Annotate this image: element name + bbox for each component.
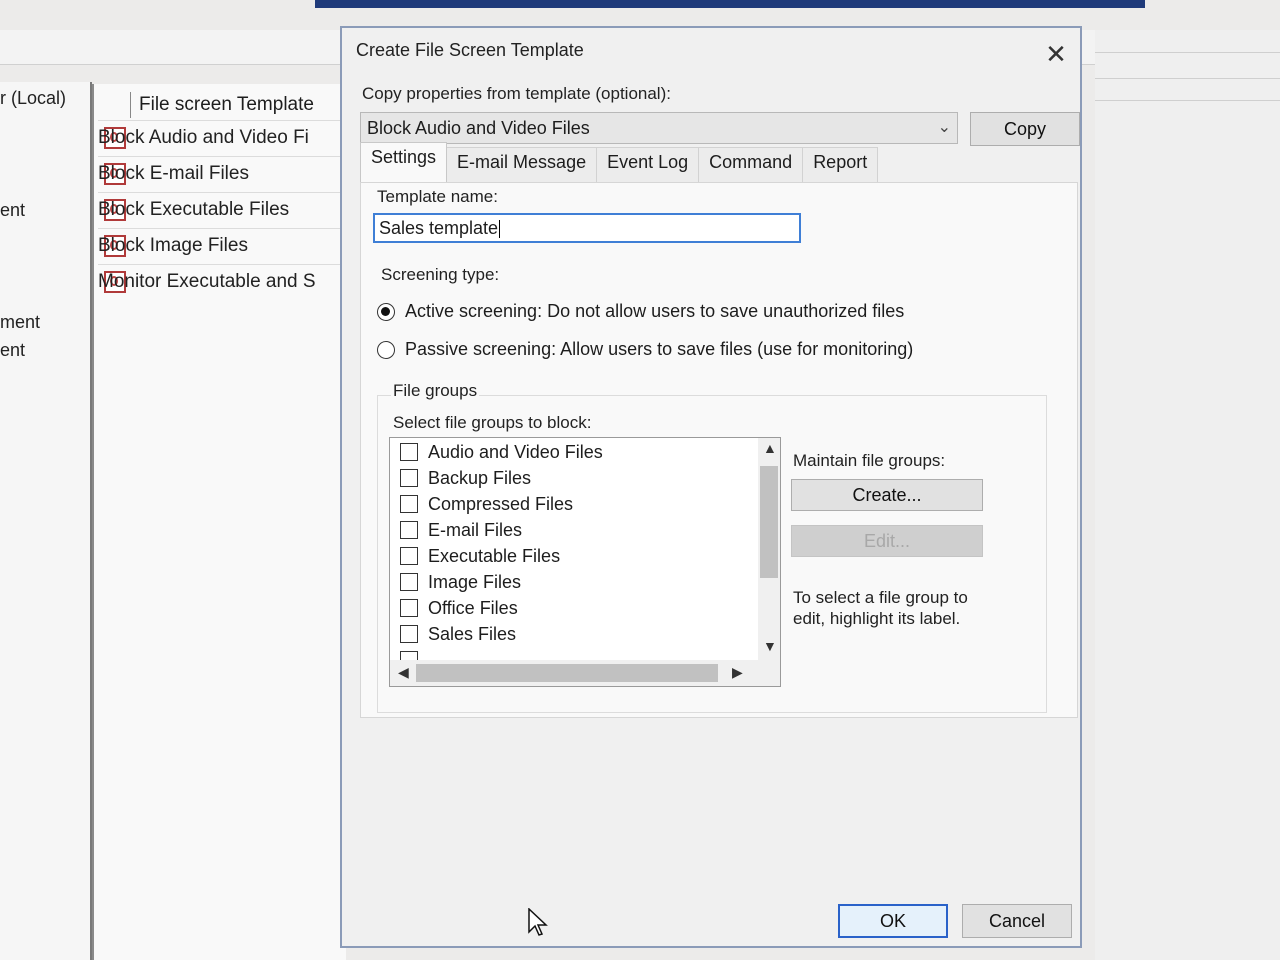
tab-event-log[interactable]: Event Log — [596, 147, 700, 182]
active-screening-option[interactable]: Active screening: Do not allow users to … — [377, 301, 904, 322]
checkbox[interactable] — [400, 521, 418, 539]
checkbox[interactable] — [400, 469, 418, 487]
tree-item[interactable]: ent — [0, 200, 25, 221]
list-item[interactable]: Block Audio and Video Fi — [98, 120, 346, 155]
tree-item[interactable]: r (Local) — [0, 88, 66, 109]
passive-screening-option[interactable]: Passive screening: Allow users to save f… — [377, 339, 913, 360]
list-item[interactable]: Block Image Files — [98, 228, 346, 263]
text-caret — [499, 220, 501, 239]
checkbox[interactable] — [400, 625, 418, 643]
copy-properties-label: Copy properties from template (optional)… — [362, 84, 671, 103]
list-item[interactable]: Block Executable Files — [98, 192, 346, 227]
list-item-label: Monitor Executable and S — [98, 271, 316, 292]
file-groups-listbox[interactable]: Audio and Video Files Backup Files Compr… — [389, 437, 781, 687]
list-item[interactable]: Audio and Video Files — [400, 440, 603, 464]
list-item-label: Block Executable Files — [98, 199, 290, 220]
cancel-button[interactable]: Cancel — [962, 904, 1072, 938]
list-item[interactable]: Executable Files — [400, 544, 560, 568]
chevron-down-icon: ⌄ — [937, 119, 951, 136]
create-file-screen-template-dialog: Create File Screen Template ✕ Copy prope… — [340, 26, 1082, 948]
file-group-label: Image Files — [428, 571, 522, 592]
background-template-list: File screen Template Block Audio and Vid… — [92, 84, 346, 960]
close-icon: ✕ — [1045, 38, 1067, 69]
radio-unselected-icon[interactable] — [377, 340, 395, 359]
list-item[interactable]: Monitor Executable and S — [98, 264, 346, 299]
copy-button[interactable]: Copy — [970, 112, 1080, 146]
template-name-input[interactable]: Sales template — [373, 213, 801, 243]
file-group-label: Executable Files — [428, 545, 561, 566]
select-file-groups-label: Select file groups to block: — [393, 413, 592, 432]
copy-template-selected: Block Audio and Video Files — [367, 118, 590, 138]
checkbox[interactable] — [400, 547, 418, 565]
close-button[interactable]: ✕ — [1036, 34, 1076, 74]
list-item[interactable]: Backup Files — [400, 466, 531, 490]
column-header-file-screen-template[interactable]: File screen Template — [130, 92, 314, 118]
background-actions-pane — [1095, 30, 1280, 960]
tree-item[interactable]: ent — [0, 340, 25, 361]
list-item-label: Block Image Files — [98, 235, 248, 256]
dialog-title: Create File Screen Template — [356, 40, 584, 60]
edit-hint-line-1: To select a file group to — [793, 588, 968, 607]
list-item-label: Block E-mail Files — [98, 163, 249, 184]
maintain-file-groups-label: Maintain file groups: — [793, 451, 946, 470]
settings-panel: Template name: Sales template Screening … — [360, 182, 1078, 718]
file-group-label: Audio and Video Files — [428, 441, 603, 462]
passive-screening-label: Passive screening: Allow users to save f… — [405, 339, 914, 359]
horizontal-scrollbar[interactable]: ◀ ▶ — [390, 660, 780, 686]
edit-hint-line-2: edit, highlight its label. — [793, 609, 961, 628]
scroll-down-icon[interactable]: ▼ — [763, 638, 777, 654]
screening-type-label: Screening type: — [381, 265, 500, 284]
scroll-left-icon[interactable]: ◀ — [398, 664, 409, 681]
radio-selected-icon[interactable] — [377, 302, 395, 321]
tab-command[interactable]: Command — [698, 147, 804, 182]
tab-bar: Settings E-mail Message Event Log Comman… — [360, 142, 879, 183]
mouse-pointer-icon — [528, 908, 548, 936]
checkbox[interactable] — [400, 443, 418, 461]
file-group-label: Backup Files — [428, 467, 532, 488]
background-titlebar — [315, 0, 1145, 8]
background-tree-pane: r (Local) ent ment ent — [0, 82, 92, 960]
file-group-label: E-mail Files — [428, 519, 523, 540]
horizontal-scroll-thumb[interactable] — [416, 664, 718, 682]
ok-button[interactable]: OK — [838, 904, 948, 938]
list-item[interactable]: Image Files — [400, 570, 521, 594]
copy-template-dropdown[interactable]: Block Audio and Video Files ⌄ — [360, 112, 958, 144]
list-item[interactable]: Block E-mail Files — [98, 156, 346, 191]
tree-item[interactable]: ment — [0, 312, 40, 333]
list-item[interactable]: Sales Files — [400, 622, 516, 646]
tab-email-message[interactable]: E-mail Message — [446, 147, 598, 182]
list-item-label: Block Audio and Video Fi — [98, 127, 309, 148]
scroll-up-icon[interactable]: ▲ — [763, 440, 777, 456]
scroll-right-icon[interactable]: ▶ — [732, 664, 743, 681]
list-item[interactable]: E-mail Files — [400, 518, 522, 542]
file-group-label: Compressed Files — [428, 493, 574, 514]
list-item[interactable]: Compressed Files — [400, 492, 573, 516]
edit-hint-text: To select a file group to edit, highligh… — [793, 587, 968, 629]
file-group-label: Sales Files — [428, 623, 517, 644]
create-file-group-button[interactable]: Create... — [791, 479, 983, 511]
checkbox[interactable] — [400, 495, 418, 513]
template-name-value: Sales template — [379, 218, 499, 238]
tab-report[interactable]: Report — [802, 147, 879, 182]
list-item[interactable]: Office Files — [400, 596, 518, 620]
vertical-scroll-thumb[interactable] — [760, 466, 778, 578]
checkbox[interactable] — [400, 599, 418, 617]
template-name-label: Template name: — [377, 187, 498, 206]
active-screening-label: Active screening: Do not allow users to … — [405, 301, 905, 321]
tab-settings[interactable]: Settings — [360, 142, 448, 183]
checkbox[interactable] — [400, 573, 418, 591]
file-groups-label: File groups — [391, 381, 480, 401]
edit-file-group-button[interactable]: Edit... — [791, 525, 983, 557]
vertical-scrollbar[interactable]: ▲ ▼ — [758, 438, 780, 660]
file-group-label: Office Files — [428, 597, 518, 618]
